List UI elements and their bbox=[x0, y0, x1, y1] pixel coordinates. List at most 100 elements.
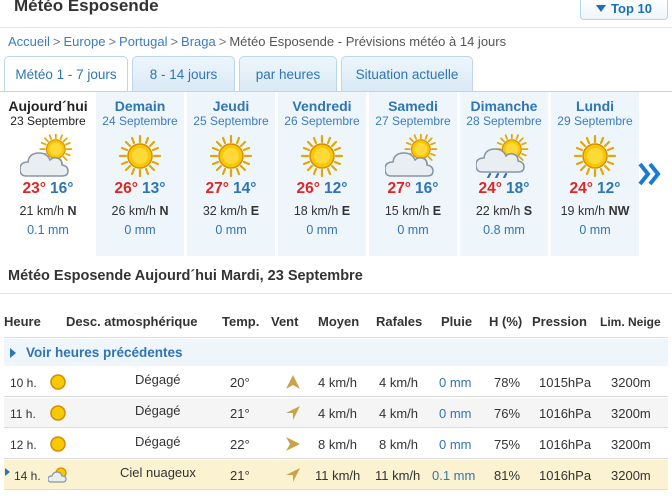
daily-forecast: Aujourd´hui 23 Septembre 23° 16° 21 km/h … bbox=[4, 92, 672, 256]
day-name: Aujourd´hui bbox=[8, 98, 88, 114]
row-hour: 14 h. bbox=[14, 469, 41, 483]
row-pressure: 1015hPa bbox=[539, 375, 592, 390]
day-card[interactable]: Aujourd´hui 23 Septembre 23° 16° 21 km/h … bbox=[4, 92, 92, 256]
row-hour: 12 h. bbox=[10, 438, 37, 452]
top10-label: Top 10 bbox=[611, 1, 652, 16]
page-title: Météo Esposende bbox=[14, 0, 159, 15]
rain-amount: 0 mm bbox=[579, 223, 611, 237]
temp-max: 24° bbox=[478, 180, 502, 197]
wind-speed: 18 km/h bbox=[293, 204, 339, 218]
temp-min: 16° bbox=[50, 180, 74, 197]
top10-button[interactable]: Top 10 bbox=[580, 0, 668, 20]
col-rafales: Rafales bbox=[376, 314, 423, 329]
row-gust: 11 km/h bbox=[375, 468, 421, 483]
wind-direction: E bbox=[432, 204, 442, 218]
col-vent: Vent bbox=[271, 314, 299, 329]
current-hour-marker-icon bbox=[5, 468, 10, 476]
day-name: Lundi bbox=[575, 98, 615, 114]
temp-min: 12° bbox=[324, 180, 348, 197]
row-temp: 21° bbox=[230, 468, 250, 483]
row-desc: Dégagé bbox=[135, 403, 181, 418]
divider bbox=[4, 337, 668, 338]
wind-speed: 22 km/h bbox=[475, 204, 521, 218]
row-snow-limit: 3200m bbox=[611, 375, 651, 390]
breadcrumb-separator: > bbox=[52, 34, 61, 49]
day-card[interactable]: Dimanche 28 Septembre 24° 18° 22 km/h S 0… bbox=[460, 92, 548, 256]
row-snow-limit: 3200m bbox=[611, 468, 651, 483]
chevron-right-icon bbox=[10, 347, 16, 358]
next-days-arrow-icon[interactable] bbox=[638, 162, 664, 186]
day-name: Samedi bbox=[388, 98, 438, 114]
day-name: Jeudi bbox=[212, 98, 250, 114]
row-desc: Dégagé bbox=[135, 434, 181, 449]
breadcrumb-link-portugal[interactable]: Portugal bbox=[119, 34, 167, 49]
section-title: Météo Esposende Aujourd´hui Mardi, 23 Se… bbox=[8, 268, 363, 284]
show-previous-hours-button[interactable]: Voir heures précédentes bbox=[4, 339, 668, 366]
day-card[interactable]: Jeudi 25 Septembre 27° 14° 32 km/h E 0 mm bbox=[187, 92, 275, 256]
breadcrumb-link-accueil[interactable]: Accueil bbox=[8, 34, 50, 49]
sun-icon bbox=[50, 374, 66, 390]
temp-min: 16° bbox=[415, 180, 439, 197]
day-date: 25 Septembre bbox=[193, 114, 269, 128]
day-date: 28 Septembre bbox=[466, 114, 542, 128]
row-humidity: 78% bbox=[494, 375, 521, 390]
row-gust: 4 km/h bbox=[379, 406, 419, 421]
row-snow-limit: 3200m bbox=[611, 406, 651, 421]
temp-max: 27° bbox=[387, 180, 411, 197]
day-card[interactable]: Demain 24 Septembre 26° 13° 26 km/h N 0 m… bbox=[96, 92, 184, 256]
rain-amount: 0 mm bbox=[124, 223, 156, 237]
sun-icon bbox=[50, 436, 66, 452]
wind-arrow-icon bbox=[286, 468, 300, 482]
row-gust: 8 km/h bbox=[379, 437, 419, 452]
day-name: Dimanche bbox=[470, 98, 538, 114]
row-rain: 0.1 mm bbox=[432, 468, 476, 483]
tab-8-14-days[interactable]: 8 - 14 jours bbox=[132, 56, 235, 91]
breadcrumb-link-braga[interactable]: Braga bbox=[181, 34, 216, 49]
tab-hourly[interactable]: par heures bbox=[239, 56, 337, 91]
sun-cloud-icon bbox=[385, 134, 438, 177]
previous-hours-label: Voir heures précédentes bbox=[26, 345, 183, 360]
divider bbox=[0, 27, 672, 28]
sun-icon bbox=[300, 134, 344, 178]
tab-1-7-days[interactable]: Météo 1 - 7 jours bbox=[4, 56, 128, 92]
col-desc: Desc. atmosphérique bbox=[66, 314, 198, 329]
row-pressure: 1016hPa bbox=[539, 406, 592, 421]
wind-direction: N bbox=[67, 204, 77, 218]
wind-speed: 21 km/h bbox=[19, 204, 64, 218]
row-avg-wind: 8 km/h bbox=[318, 437, 358, 452]
breadcrumb-link-europe[interactable]: Europe bbox=[64, 34, 106, 49]
temp-max: 24° bbox=[569, 180, 593, 197]
breadcrumb-current: Météo Esposende - Prévisions météo à 14 … bbox=[229, 34, 507, 49]
wind-speed: 15 km/h bbox=[384, 204, 430, 218]
row-rain: 0 mm bbox=[439, 375, 472, 390]
col-pression: Pression bbox=[532, 314, 587, 329]
day-name: Vendredi bbox=[292, 98, 352, 114]
row-humidity: 76% bbox=[494, 406, 521, 421]
day-name: Demain bbox=[114, 98, 166, 114]
day-date: 24 Septembre bbox=[102, 114, 178, 128]
row-desc: Dégagé bbox=[135, 372, 181, 387]
row-humidity: 75% bbox=[494, 437, 521, 452]
day-card[interactable]: Samedi 27 Septembre 27° 16° 15 km/h E 0 m… bbox=[369, 92, 457, 256]
tab-current-situation[interactable]: Situation actuelle bbox=[341, 56, 473, 91]
wind-direction: N bbox=[159, 204, 169, 218]
col-lim-neige: Lim. Neige bbox=[600, 315, 661, 329]
table-row: 10 h. Dégagé 20° 4 km/h 4 km/h 0 mm 78% … bbox=[4, 367, 668, 397]
wind-direction: NW bbox=[608, 204, 630, 218]
row-hour: 10 h. bbox=[10, 376, 37, 390]
row-rain: 0 mm bbox=[439, 437, 472, 452]
row-temp: 22° bbox=[230, 437, 250, 452]
wind-arrow-icon bbox=[286, 437, 300, 451]
day-card[interactable]: Vendredi 26 Septembre 26° 12° 18 km/h E 0… bbox=[278, 92, 366, 256]
breadcrumb-separator: > bbox=[170, 34, 179, 49]
row-hour: 11 h. bbox=[10, 407, 36, 421]
day-card[interactable]: Lundi 29 Septembre 24° 12° 19 km/h NW 0 m… bbox=[551, 92, 639, 256]
row-rain: 0 mm bbox=[439, 406, 472, 421]
temp-min: 14° bbox=[233, 180, 257, 197]
temp-max: 26° bbox=[114, 180, 138, 197]
hourly-table-header: Heure Desc. atmosphérique Temp. Vent Moy… bbox=[4, 308, 668, 336]
temp-min: 12° bbox=[597, 180, 621, 197]
temp-max: 27° bbox=[205, 180, 229, 197]
rain-amount: 0 mm bbox=[397, 223, 429, 237]
rain-amount: 0 mm bbox=[306, 223, 338, 237]
